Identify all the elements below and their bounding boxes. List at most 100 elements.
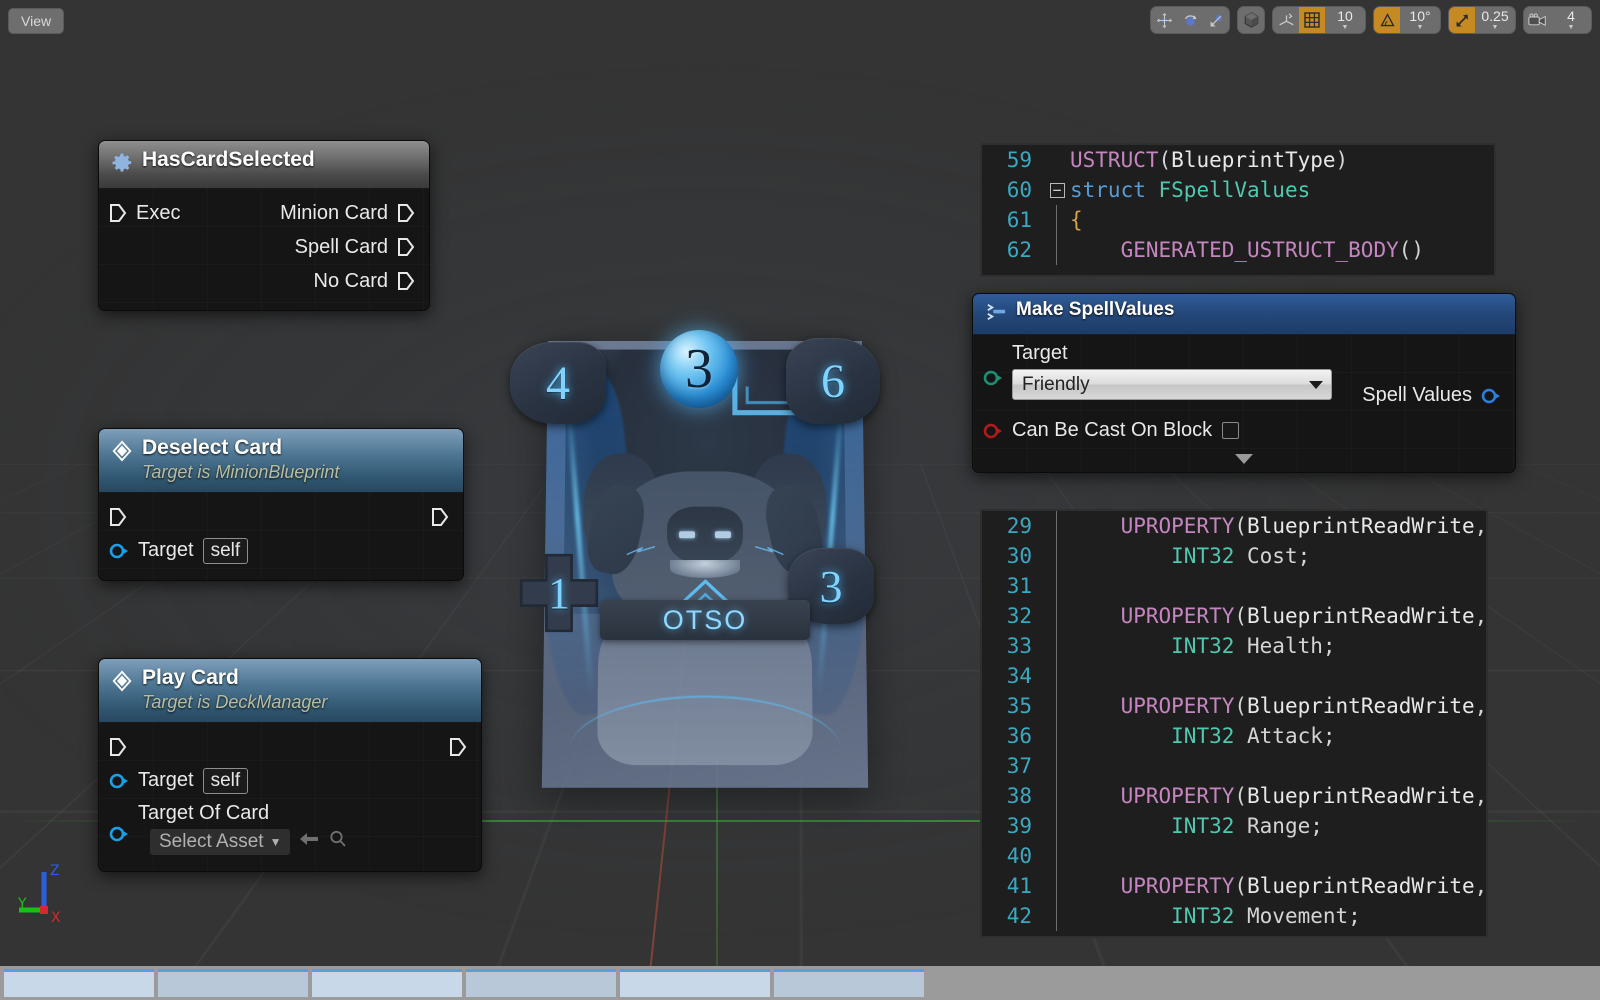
exec-pin-icon[interactable] — [109, 737, 127, 757]
fold-guide — [1056, 511, 1057, 541]
pin-input-target[interactable]: Target self — [109, 767, 249, 794]
collapse-icon[interactable]: − — [1049, 182, 1065, 198]
code-line: 41 UPROPERTY(BlueprintReadWrite, — [982, 871, 1486, 901]
rotation-snap-value-dropdown[interactable]: 10° ▼ — [1400, 7, 1440, 33]
rotate-icon[interactable] — [1177, 7, 1203, 33]
scale-snap-value-dropdown[interactable]: 0.25 ▼ — [1475, 7, 1515, 33]
select-asset-dropdown[interactable]: Select Asset ▼ — [150, 828, 291, 855]
boolean-pin-icon[interactable] — [983, 421, 1003, 441]
taskbar-item[interactable] — [774, 969, 924, 997]
viewport-transform-toolbar: 10 ▼ 10° ▼ 0.25 ▼ 4 ▼ — [1150, 6, 1592, 34]
fold-gutter[interactable]: − — [1044, 175, 1070, 205]
move-icon[interactable] — [1151, 7, 1177, 33]
use-selected-asset-icon[interactable] — [298, 831, 320, 852]
taskbar-item[interactable] — [620, 969, 770, 997]
code-token: BlueprintReadWrite — [1247, 874, 1475, 898]
line-number: 36 — [1006, 724, 1032, 748]
fold-gutter[interactable] — [1044, 145, 1070, 175]
pin-label-target-of-card: Target Of Card — [138, 801, 270, 824]
node-play-card[interactable]: Play Card Target is DeckManager Target s… — [98, 658, 482, 872]
node-deselect-card[interactable]: Deselect Card Target is MinionBlueprint — [98, 428, 464, 581]
node-header[interactable]: HasCardSelected — [99, 141, 429, 188]
pin-input-exec[interactable]: Exec — [109, 202, 180, 225]
camera-icon[interactable] — [1524, 7, 1551, 33]
target-self-value[interactable]: self — [202, 537, 249, 564]
struct-output-pin-icon[interactable] — [1481, 386, 1501, 406]
chevron-down-icon — [1235, 454, 1253, 464]
fold-gutter — [1044, 781, 1070, 811]
grid-snap-value-dropdown[interactable]: 10 ▼ — [1325, 7, 1365, 33]
object-pin-icon[interactable] — [109, 771, 129, 791]
line-number: 37 — [1006, 754, 1032, 778]
fold-guide — [1056, 601, 1057, 631]
exec-pin-icon[interactable] — [449, 737, 467, 757]
target-enum-dropdown[interactable]: Friendly — [1012, 369, 1332, 400]
fold-guide — [1056, 811, 1057, 841]
can-be-cast-on-block-checkbox[interactable] — [1222, 422, 1240, 439]
exec-pin-icon[interactable] — [109, 203, 127, 223]
grid-icon[interactable] — [1299, 7, 1325, 33]
pin-input-target[interactable]: Target self — [109, 537, 249, 564]
exec-pin-icon[interactable] — [397, 203, 415, 223]
node-header[interactable]: Play Card Target is DeckManager — [99, 659, 481, 722]
line-number: 41 — [1006, 874, 1032, 898]
fold-gutter[interactable] — [1044, 235, 1070, 265]
code-text: struct FSpellValues — [1070, 175, 1494, 205]
diagonal-arrow-icon[interactable] — [1449, 7, 1475, 33]
node-title: Deselect Card — [142, 436, 283, 459]
os-taskbar[interactable] — [0, 966, 1600, 1000]
exec-pin-icon[interactable] — [397, 237, 415, 257]
expand-node-button[interactable] — [973, 448, 1515, 466]
pin-output-no-card[interactable]: No Card — [314, 270, 415, 293]
node-header[interactable]: Make SpellValues — [973, 294, 1515, 334]
code-token: UPROPERTY — [1120, 784, 1235, 808]
camera-speed-value-dropdown[interactable]: 4 ▼ — [1551, 7, 1591, 33]
object-pin-icon[interactable] — [109, 541, 129, 561]
node-body: Target self Target Of Card Select Asset … — [99, 722, 481, 871]
pin-output-minion-card[interactable]: Minion Card — [280, 202, 415, 225]
code-token: ( — [1234, 874, 1248, 898]
taskbar-item[interactable] — [4, 969, 154, 997]
line-number: 34 — [1006, 664, 1032, 688]
code-panel-ustruct[interactable]: 59 USTRUCT(BlueprintType) 60 − struct FSpell… — [980, 143, 1496, 277]
viewport-view-menu-button[interactable]: View — [8, 8, 65, 34]
struct-pin-icon[interactable] — [983, 368, 1003, 388]
pin-input-target-of-card[interactable]: Target Of Card Select Asset ▼ — [109, 802, 348, 855]
node-make-spell-values[interactable]: Make SpellValues Target Friendly Spell V… — [972, 293, 1516, 473]
line-number: 31 — [1006, 574, 1032, 598]
card-name-plate: OTSO — [600, 600, 810, 640]
code-token: USTRUCT — [1070, 148, 1159, 172]
browse-asset-icon[interactable] — [328, 829, 348, 854]
exec-pin-icon[interactable] — [397, 271, 415, 291]
fold-guide — [1056, 571, 1057, 601]
fold-gutter[interactable] — [1044, 205, 1070, 235]
target-self-value[interactable]: self — [202, 767, 249, 794]
exec-pin-icon[interactable] — [431, 507, 449, 527]
angle-icon[interactable] — [1374, 7, 1400, 33]
object-pin-icon[interactable] — [109, 824, 129, 844]
code-panel-uproperties[interactable]: 29 UPROPERTY(BlueprintReadWrite, 30 INT32… — [980, 509, 1488, 938]
cube-icon[interactable] — [1238, 7, 1264, 33]
node-has-card-selected[interactable]: HasCardSelected Exec Minion Card Spell C… — [98, 140, 430, 311]
spark-left-icon — [625, 542, 660, 560]
card-attack-value: 4 — [546, 356, 570, 410]
code-token: BlueprintReadWrite — [1247, 694, 1475, 718]
taskbar-item[interactable] — [312, 969, 462, 997]
taskbar-item[interactable] — [466, 969, 616, 997]
taskbar-item[interactable] — [158, 969, 308, 997]
code-token: () — [1398, 238, 1425, 262]
node-header[interactable]: Deselect Card Target is MinionBlueprint — [99, 429, 463, 492]
scale-icon[interactable] — [1203, 7, 1229, 33]
pin-output-spell-card[interactable]: Spell Card — [295, 236, 415, 259]
code-line: 36 INT32 Attack; — [982, 721, 1486, 751]
card-movement-value: 1 — [548, 568, 570, 618]
exec-pin-icon[interactable] — [109, 507, 127, 527]
code-token: Range; — [1234, 814, 1323, 838]
surface-snap-icon[interactable] — [1273, 7, 1299, 33]
code-token: INT32 — [1171, 634, 1235, 658]
grid-axis-y-vertical — [716, 760, 718, 966]
code-line: 32 UPROPERTY(BlueprintReadWrite, — [982, 601, 1486, 631]
node-body: Exec Minion Card Spell Card No Card — [99, 188, 429, 310]
code-line: 31 — [982, 571, 1486, 601]
